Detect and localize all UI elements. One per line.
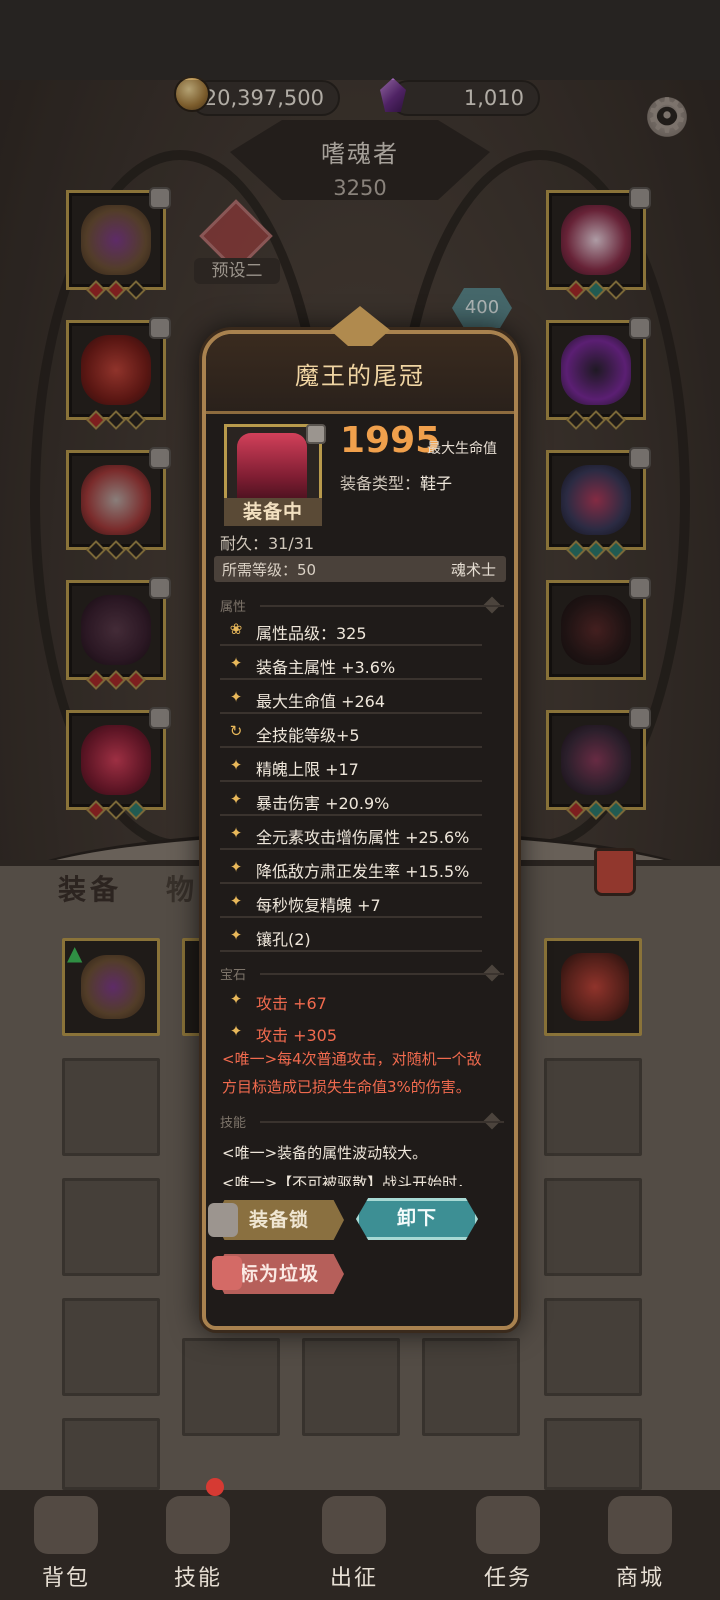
- scroll-icon: [476, 1496, 540, 1554]
- durability: 耐久：31/31: [220, 534, 315, 553]
- attribute-row: ✦ 最大生命值 +264: [220, 684, 482, 714]
- gem-row: ✦ 攻击 +305: [220, 1018, 482, 1048]
- star-icon: ✦: [229, 858, 243, 876]
- quality-icon: ❀: [229, 620, 243, 638]
- skill-line: <唯一>【不可被驱散】战斗开始时，: [222, 1174, 473, 1186]
- required-level: 所需等级：50: [222, 561, 317, 579]
- attribute-row: ✦ 镶孔(2): [220, 922, 482, 952]
- star-icon: ✦: [229, 756, 243, 774]
- skills-header-label: 技能: [220, 1116, 247, 1131]
- nav-label: 技能: [173, 1566, 222, 1591]
- main-stat-value: 1995: [340, 420, 441, 461]
- nav-item-2[interactable]: 出征: [294, 1490, 414, 1600]
- padlock-icon: [208, 1203, 238, 1237]
- backpack-icon: [34, 1496, 98, 1554]
- attribute-text: 全元素攻击增伤属性 +25.6%: [256, 828, 470, 847]
- required-class: 魂术士: [450, 561, 496, 579]
- main-stat-label: 最大生命值: [427, 441, 497, 457]
- star-icon: ✦: [229, 990, 243, 1008]
- gems-header-label: 宝石: [220, 968, 247, 983]
- skill-line: <唯一>装备的属性波动较大。: [222, 1144, 428, 1162]
- gem-row: ✦ 攻击 +67: [220, 986, 482, 1016]
- star-icon: ✦: [229, 926, 243, 944]
- top-strip: [0, 0, 720, 80]
- sword-map-icon: [322, 1496, 386, 1554]
- attribute-text: 降低敌方肃正发生率 +15.5%: [256, 862, 470, 881]
- unequip-button[interactable]: 卸下: [356, 1198, 478, 1240]
- attributes-header: 属性: [220, 596, 504, 616]
- attributes-header-label: 属性: [220, 600, 247, 615]
- item-type-value: 鞋子: [420, 474, 453, 493]
- attribute-text: 镶孔(2): [256, 930, 311, 949]
- attribute-row: ✦ 每秒恢复精魄 +7: [220, 888, 482, 918]
- item-lock-icon: [306, 424, 326, 444]
- item-type: 装备类型：鞋子: [340, 470, 452, 494]
- star-icon: ✦: [229, 892, 243, 910]
- attribute-row: ❀ 属性品级：325: [220, 616, 482, 646]
- unique-effect-line: <唯一>每4次普通攻击，对随机一个敌: [222, 1050, 482, 1068]
- unique-effect-line: 方目标造成已损失生命值3%的伤害。: [222, 1078, 471, 1096]
- attribute-row: ↻ 全技能等级+5: [220, 718, 482, 748]
- nav-label: 商城: [615, 1566, 664, 1591]
- equipped-status: 装备中: [224, 498, 322, 526]
- attribute-row: ✦ 全元素攻击增伤属性 +25.6%: [220, 820, 482, 850]
- star-icon: ✦: [229, 688, 243, 706]
- star-icon: ✦: [229, 654, 243, 672]
- nav-label: 背包: [41, 1566, 90, 1591]
- attribute-text: 装备主属性 +3.6%: [256, 658, 396, 677]
- attribute-row: ✦ 精魄上限 +17: [220, 752, 482, 782]
- attribute-text: 精魄上限 +17: [256, 760, 359, 779]
- star-icon: ✦: [229, 824, 243, 842]
- red-boots-icon: [237, 433, 307, 507]
- requirement-bar: 所需等级：50 魂术士: [214, 556, 506, 582]
- nav-item-4[interactable]: 商城: [580, 1490, 700, 1600]
- gem-text: 攻击 +67: [256, 994, 327, 1013]
- item-name: 魔王的尾冠: [295, 362, 425, 390]
- attribute-text: 暴击伤害 +20.9%: [256, 794, 390, 813]
- shop-crown-icon: [608, 1496, 672, 1554]
- nav-item-3[interactable]: 任务: [448, 1490, 568, 1600]
- skill-book-icon: [166, 1496, 230, 1554]
- item-type-label: 装备类型：: [340, 474, 421, 493]
- attribute-text: 属性品级：325: [256, 624, 367, 643]
- nav-item-1[interactable]: 技能: [138, 1490, 258, 1600]
- nav-label: 出征: [329, 1566, 378, 1591]
- gems-header: 宝石: [220, 964, 504, 984]
- attribute-row: ✦ 暴击伤害 +20.9%: [220, 786, 482, 816]
- star-icon: ✦: [229, 790, 243, 808]
- attribute-row: ✦ 装备主属性 +3.6%: [220, 650, 482, 680]
- skills-header: 技能: [220, 1112, 504, 1132]
- attribute-text: 最大生命值 +264: [256, 692, 386, 711]
- nav-label: 任务: [483, 1566, 532, 1591]
- attribute-row: ✦ 降低敌方肃正发生率 +15.5%: [220, 854, 482, 884]
- gem-text: 攻击 +305: [256, 1026, 338, 1045]
- star-icon: ✦: [229, 1022, 243, 1040]
- attribute-text: 每秒恢复精魄 +7: [256, 896, 381, 915]
- notification-dot: [206, 1478, 224, 1496]
- attribute-text: 全技能等级+5: [256, 726, 360, 745]
- item-detail-popup: 魔王的尾冠 装备中 1995 最大生命值 装备类型：鞋子 耐久：31/31 所需…: [202, 330, 518, 1330]
- cycle-icon: ↻: [229, 722, 243, 740]
- lantern-icon: [212, 1256, 242, 1290]
- nav-item-0[interactable]: 背包: [6, 1490, 126, 1600]
